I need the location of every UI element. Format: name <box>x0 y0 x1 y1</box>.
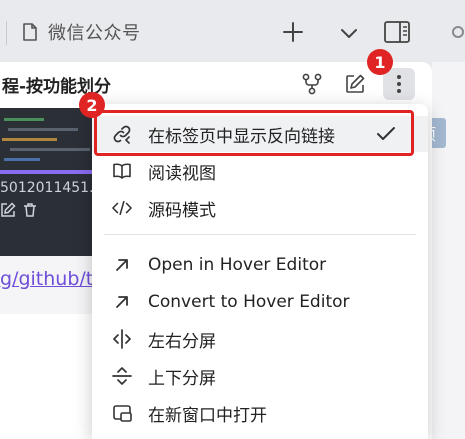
plus-icon <box>283 22 303 42</box>
new-tab-button[interactable] <box>279 18 307 46</box>
tab-separator <box>6 21 7 45</box>
menu-item-label: Open in Hover Editor <box>148 255 327 275</box>
menu-item-label: 阅读视图 <box>148 163 216 184</box>
toggle-sidebar-button[interactable] <box>381 17 413 47</box>
edit-mode-button[interactable] <box>339 68 371 100</box>
menu-divider <box>104 234 416 235</box>
step-badge-1: 1 <box>367 49 393 75</box>
card-accent-strip <box>0 170 96 174</box>
tab-list-button[interactable] <box>336 20 362 46</box>
open-window-icon <box>112 403 132 423</box>
more-options-button[interactable] <box>383 68 415 100</box>
pane-header: 程-按功能划分 <box>0 62 432 106</box>
edit-icon[interactable] <box>0 202 16 218</box>
arrow-up-right-icon <box>112 292 132 312</box>
highlight-box <box>94 110 414 156</box>
code-icon <box>112 198 132 218</box>
menu-item-split-right[interactable]: 左右分屏 <box>92 321 428 357</box>
menu-item-source-mode[interactable]: 源码模式 <box>92 190 428 226</box>
card-caption: 5012011451. <box>0 180 94 196</box>
graph-view-button[interactable] <box>296 68 328 100</box>
menu-item-label: 上下分屏 <box>148 368 216 389</box>
book-open-icon <box>112 161 132 181</box>
code-line <box>2 138 57 141</box>
arrow-up-right-icon <box>112 255 132 275</box>
tab-title: 微信公众号 <box>48 23 141 44</box>
more-vertical-icon <box>397 75 401 93</box>
menu-item-split-down[interactable]: 上下分屏 <box>92 358 428 394</box>
status-dot-icon <box>452 26 464 38</box>
menu-item-convert-hover-editor[interactable]: Convert to Hover Editor <box>92 284 428 320</box>
git-fork-icon <box>302 73 322 95</box>
menu-item-open-new-window[interactable]: 在新窗口中打开 <box>92 395 428 431</box>
menu-item-open-hover-editor[interactable]: Open in Hover Editor <box>92 247 428 283</box>
pencil-square-icon <box>346 74 365 93</box>
split-horizontal-icon <box>112 366 132 386</box>
code-line <box>4 158 40 161</box>
code-line <box>8 128 78 131</box>
menu-item-label: 左右分屏 <box>148 331 216 352</box>
sidebar-layout-icon <box>384 21 410 43</box>
code-line <box>10 148 90 151</box>
menu-item-reading-view[interactable]: 阅读视图 <box>92 153 428 189</box>
code-line <box>4 118 44 121</box>
tab-bar: 微信公众号 <box>0 0 465 64</box>
step-badge-2: 2 <box>79 92 105 118</box>
trash-icon[interactable] <box>22 202 38 218</box>
menu-item-label: 源码模式 <box>148 200 216 221</box>
split-vertical-icon <box>112 329 132 349</box>
card-actions <box>0 202 38 218</box>
menu-item-label: Convert to Hover Editor <box>148 292 350 312</box>
embedded-image-card[interactable]: 5012011451. <box>0 108 96 256</box>
document-icon <box>23 23 37 41</box>
chevron-down-icon <box>341 29 357 38</box>
tab-wechat[interactable]: 微信公众号 <box>14 10 276 54</box>
github-link[interactable]: g/github/t <box>0 268 93 290</box>
menu-item-label: 在新窗口中打开 <box>148 405 267 426</box>
